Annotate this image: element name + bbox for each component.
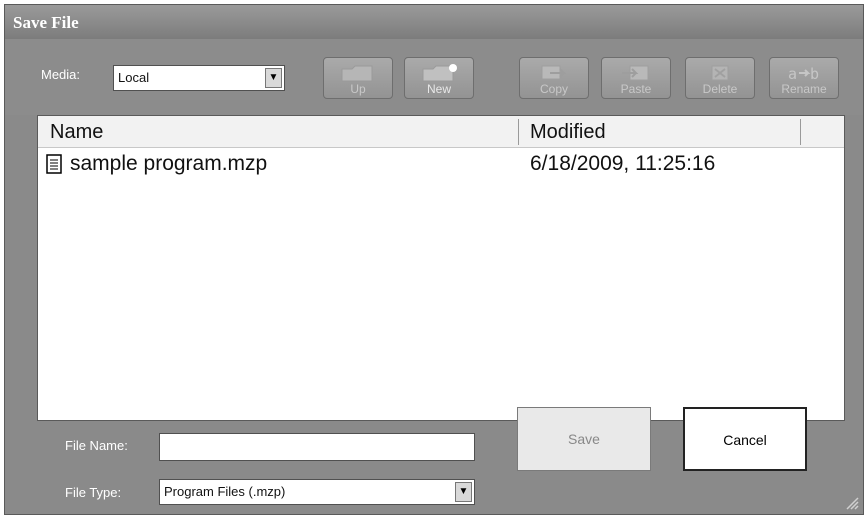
- media-value: Local: [118, 70, 150, 85]
- folder-up-icon: [341, 65, 373, 82]
- dropdown-arrow-icon[interactable]: ▼: [265, 68, 282, 88]
- copy-button[interactable]: Copy: [519, 57, 589, 99]
- column-header-name[interactable]: Name: [50, 121, 103, 144]
- save-button[interactable]: Save: [517, 407, 651, 471]
- new-button[interactable]: New: [404, 57, 474, 99]
- file-list-header: Name Modified: [38, 116, 844, 148]
- rename-button[interactable]: ab Rename: [769, 57, 839, 99]
- paste-button-label: Paste: [620, 82, 652, 96]
- toolbar: Media: Local ▼ Up New Copy Paste Delete …: [5, 39, 863, 115]
- file-name-label: File Name:: [65, 438, 128, 453]
- dropdown-arrow-icon[interactable]: ▼: [455, 482, 472, 502]
- file-type-value: Program Files (.mzp): [164, 484, 286, 499]
- paste-button[interactable]: Paste: [601, 57, 671, 99]
- copy-icon: [541, 65, 567, 80]
- column-divider[interactable]: [800, 119, 801, 145]
- save-file-dialog: Save File Media: Local ▼ Up New Copy Pas…: [4, 4, 864, 515]
- resize-grip-icon[interactable]: [845, 496, 859, 510]
- title-bar[interactable]: Save File: [5, 5, 863, 39]
- up-button[interactable]: Up: [323, 57, 393, 99]
- svg-text:b: b: [810, 65, 819, 83]
- column-header-modified[interactable]: Modified: [530, 121, 606, 144]
- svg-text:a: a: [788, 65, 797, 83]
- document-icon: [46, 154, 62, 174]
- cancel-button[interactable]: Cancel: [683, 407, 807, 471]
- file-list[interactable]: Name Modified sample program.mzp 6/18/20…: [37, 115, 845, 421]
- column-divider[interactable]: [518, 119, 519, 145]
- file-type-select[interactable]: Program Files (.mzp) ▼: [159, 479, 475, 505]
- delete-button-label: Delete: [702, 82, 738, 96]
- list-item[interactable]: sample program.mzp 6/18/2009, 11:25:16: [38, 150, 844, 180]
- new-folder-icon: [422, 64, 457, 82]
- dialog-title: Save File: [13, 13, 79, 32]
- rename-icon: ab: [788, 65, 819, 83]
- media-select[interactable]: Local ▼: [113, 65, 285, 91]
- file-type-label: File Type:: [65, 485, 122, 500]
- paste-icon: [622, 65, 649, 81]
- up-button-label: Up: [350, 82, 366, 96]
- file-modified-cell: 6/18/2009, 11:25:16: [530, 152, 716, 175]
- media-label: Media:: [41, 67, 81, 82]
- copy-button-label: Copy: [539, 82, 568, 96]
- file-name-input[interactable]: [159, 433, 475, 461]
- delete-icon: [711, 65, 729, 81]
- new-button-label: New: [426, 82, 451, 96]
- file-name-cell: sample program.mzp: [70, 152, 268, 175]
- delete-button[interactable]: Delete: [685, 57, 755, 99]
- rename-button-label: Rename: [781, 82, 827, 96]
